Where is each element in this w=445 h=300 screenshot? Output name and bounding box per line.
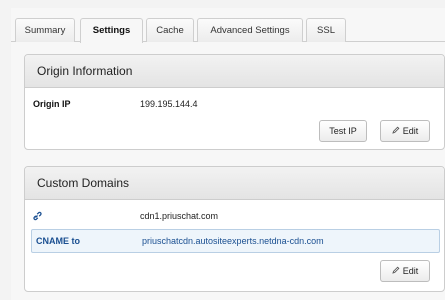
pencil-icon [392, 261, 400, 281]
origin-ip-label: Origin IP [33, 99, 71, 109]
tab-summary[interactable]: Summary [15, 18, 75, 42]
tab-bar: Summary Settings Cache Advanced Settings… [11, 18, 445, 43]
cname-value[interactable]: priuschatcdn.autositeexperts.netdna-cdn.… [142, 230, 324, 252]
origin-panel-title: Origin Information [25, 55, 444, 88]
test-ip-button[interactable]: Test IP [319, 120, 367, 142]
cname-label: CNAME to [36, 236, 80, 246]
domain-value: cdn1.priuschat.com [140, 211, 219, 221]
tab-cache[interactable]: Cache [146, 18, 194, 42]
domains-edit-button[interactable]: Edit [380, 260, 430, 282]
test-ip-label: Test IP [329, 126, 357, 136]
origin-edit-label: Edit [402, 126, 419, 136]
origin-panel: Origin Information Origin IP 199.195.144… [24, 54, 445, 150]
origin-ip-row: Origin IP 199.195.144.4 [25, 93, 444, 115]
tab-advanced-settings[interactable]: Advanced Settings [197, 18, 303, 42]
custom-domains-title: Custom Domains [25, 167, 444, 200]
tab-settings[interactable]: Settings [80, 18, 143, 43]
custom-domains-panel: Custom Domains cdn1.priuschat.com CNAME … [24, 166, 445, 292]
domain-row: cdn1.priuschat.com [25, 205, 444, 227]
origin-edit-button[interactable]: Edit [380, 120, 430, 142]
cname-row: CNAME to priuschatcdn.autositeexperts.ne… [31, 229, 440, 253]
tab-ssl[interactable]: SSL [306, 18, 346, 42]
domains-edit-label: Edit [402, 266, 419, 276]
origin-ip-value: 199.195.144.4 [140, 99, 198, 109]
pencil-icon [392, 121, 400, 141]
